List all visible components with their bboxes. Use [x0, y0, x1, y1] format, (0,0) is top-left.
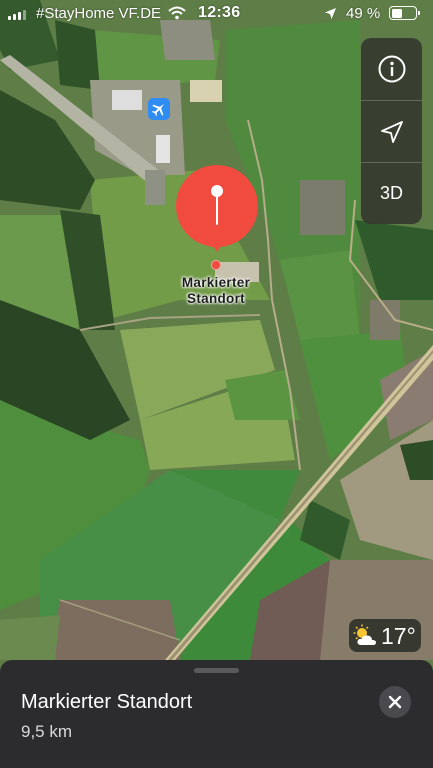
track-location-button[interactable] [361, 101, 422, 162]
sheet-grabber[interactable] [194, 668, 239, 673]
close-icon [388, 695, 402, 709]
dropped-pin[interactable] [176, 165, 258, 247]
pin-label[interactable]: Markierter Standort [155, 275, 277, 307]
pin-icon [211, 185, 223, 225]
info-icon [378, 55, 405, 82]
pin-label-line1: Markierter [181, 275, 251, 290]
airport-icon [151, 104, 164, 117]
3d-toggle-button[interactable]: 3D [361, 163, 422, 224]
location-arrow-icon [380, 120, 403, 143]
place-distance: 9,5 km [21, 722, 73, 741]
signal-strength-icon [8, 8, 32, 20]
close-button[interactable] [379, 686, 411, 718]
pin-location-dot [211, 260, 221, 270]
info-button[interactable] [361, 38, 422, 99]
location-services-icon [325, 8, 336, 19]
carrier-name: #StayHome VF.DE [36, 5, 162, 22]
3d-label: 3D [379, 183, 403, 203]
status-bar: #StayHome VF.DE 12:36 49 % [0, 0, 433, 28]
airport-marker[interactable] [148, 98, 170, 120]
partly-sunny-icon [353, 624, 376, 645]
clock: 12:36 [198, 4, 241, 21]
place-title: Markierter Standort [21, 691, 193, 713]
wifi-icon [168, 6, 186, 20]
pin-pointer [207, 236, 227, 252]
weather-badge[interactable]: 17° [349, 619, 421, 652]
map-controls: 3D [361, 38, 422, 224]
place-card[interactable]: Markierter Standort 9,5 km [0, 660, 433, 768]
battery-percentage: 49 % [346, 5, 381, 22]
temperature: 17° [381, 623, 416, 649]
battery-icon [389, 6, 420, 20]
pin-label-line2: Standort [187, 291, 245, 306]
